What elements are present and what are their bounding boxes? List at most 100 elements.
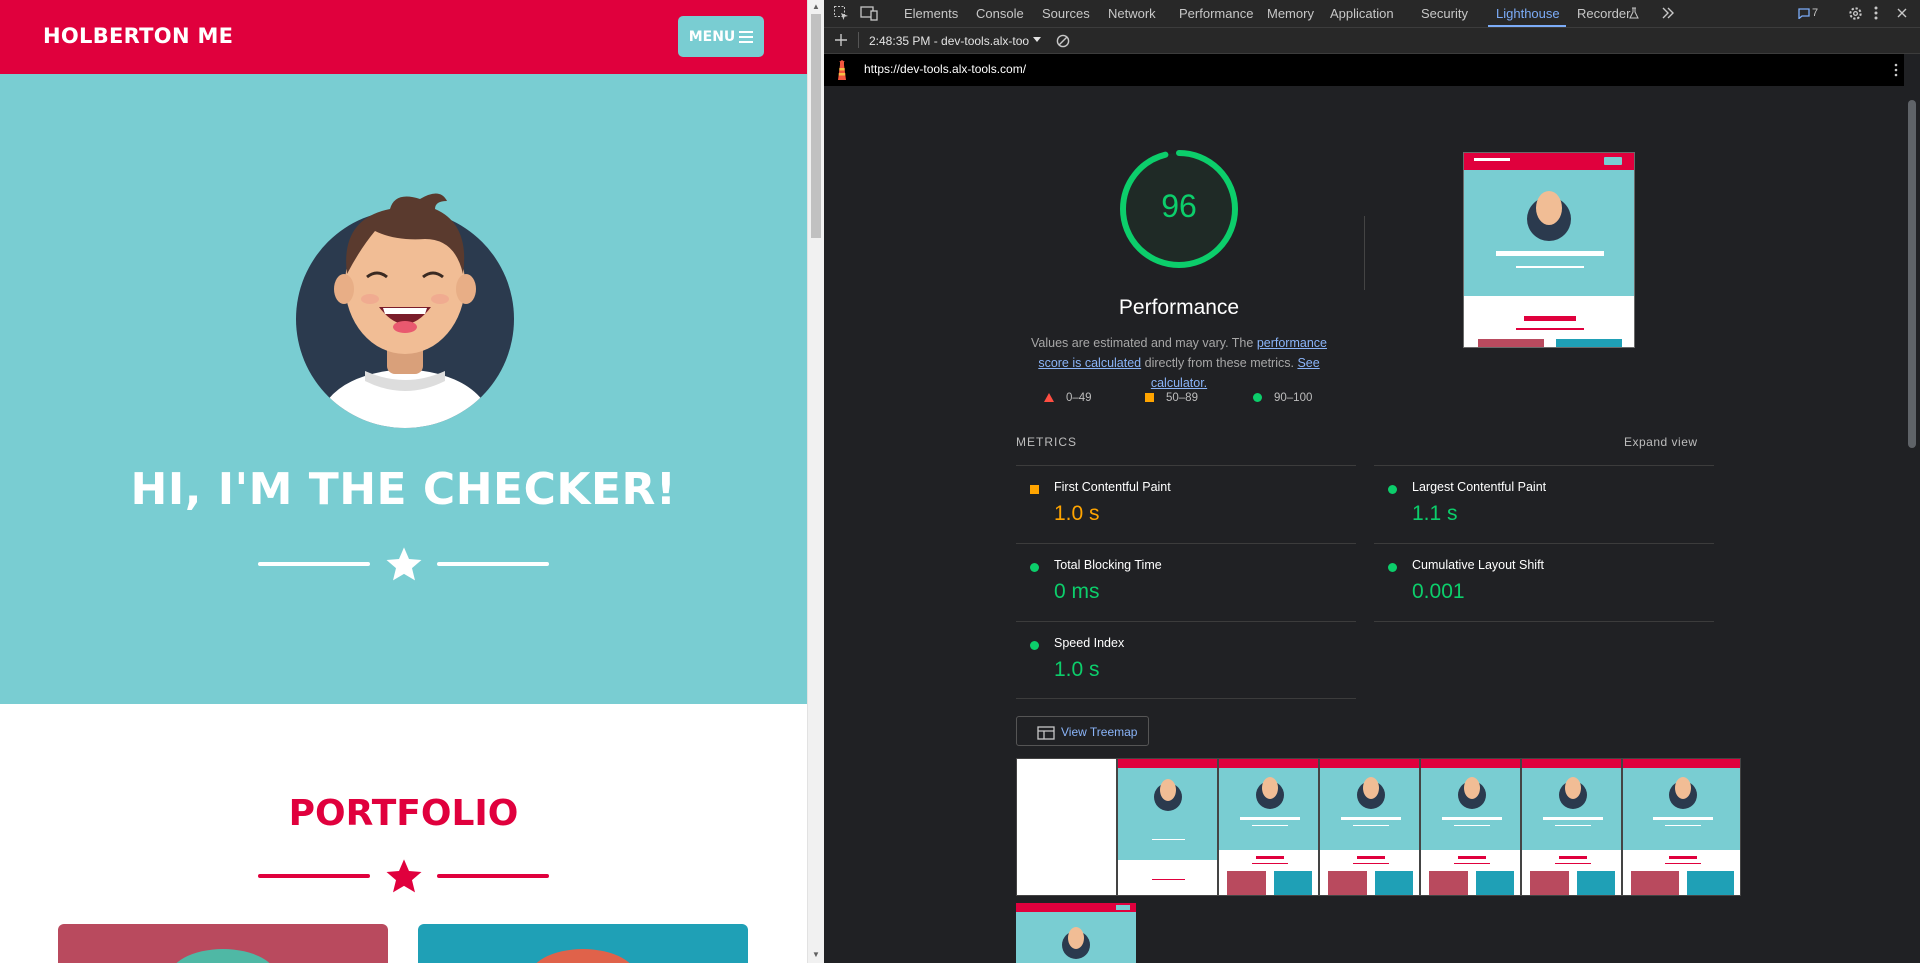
filmstrip-frame[interactable] <box>1117 758 1218 896</box>
metric-value: 1.0 s <box>1054 658 1100 681</box>
flask-icon <box>1628 6 1640 20</box>
view-treemap-button[interactable]: View Treemap <box>1016 716 1149 746</box>
portfolio-title: PORTFOLIO <box>288 793 519 834</box>
portfolio-card[interactable] <box>58 924 388 963</box>
divider-line-right <box>437 562 549 566</box>
hero-section: HI, I'M THE CHECKER! <box>0 74 807 704</box>
scrollbar-thumb[interactable] <box>811 14 821 238</box>
hero-divider <box>0 544 807 584</box>
website-viewport: HOLBERTON ME MENU HI, I'M THE CHECKER! P… <box>0 0 807 963</box>
tab-security[interactable]: Security <box>1421 6 1468 21</box>
report-scrollbar[interactable] <box>1904 86 1920 963</box>
card-illustration <box>528 949 638 963</box>
tab-application[interactable]: Application <box>1330 6 1394 21</box>
legend-average-label: 50–89 <box>1166 392 1198 404</box>
metric-total-blocking-time: Total Blocking Time 0 ms <box>1016 543 1356 621</box>
kebab-menu-icon[interactable] <box>1870 5 1882 21</box>
add-report-plus-icon[interactable] <box>834 33 848 47</box>
metric-value: 1.1 s <box>1412 502 1458 525</box>
circle-pass-icon <box>1030 563 1039 572</box>
filmstrip-frame[interactable] <box>1319 758 1420 896</box>
circle-pass-icon <box>1388 485 1397 494</box>
metric-divider <box>1374 621 1714 622</box>
report-menu-kebab-icon[interactable] <box>1892 62 1900 78</box>
scrollbar-thumb[interactable] <box>1908 100 1916 448</box>
square-average-icon <box>1145 393 1154 402</box>
lighthouse-toolbar: 2:48:35 PM - dev-tools.alx-too <box>824 28 1920 54</box>
divider-line-left <box>258 562 370 566</box>
hero-title: HI, I'M THE CHECKER! <box>130 464 677 515</box>
metric-name: First Contentful Paint <box>1054 480 1171 494</box>
tab-console[interactable]: Console <box>976 6 1024 21</box>
divider-line-right <box>437 874 549 878</box>
scroll-up-arrow-icon[interactable]: ▲ <box>812 2 820 11</box>
metric-largest-contentful-paint: Largest Contentful Paint 1.1 s <box>1374 465 1714 543</box>
inspect-element-icon[interactable] <box>833 5 849 21</box>
tab-elements[interactable]: Elements <box>904 6 958 21</box>
filmstrip-frame[interactable] <box>1622 758 1741 896</box>
devtools-panel: Elements Console Sources Network Perform… <box>824 0 1920 963</box>
note-text: Values are estimated and may vary. The <box>1031 336 1257 350</box>
active-tab-indicator <box>1488 25 1566 27</box>
metrics-header: METRICS <box>1016 435 1077 449</box>
tab-lighthouse[interactable]: Lighthouse <box>1496 6 1560 21</box>
device-toolbar-icon[interactable] <box>860 5 878 21</box>
star-icon <box>386 547 422 581</box>
card-illustration <box>168 949 278 963</box>
tab-recorder[interactable]: Recorder <box>1577 6 1630 21</box>
legend-fail-label: 0–49 <box>1066 392 1092 404</box>
metric-value: 1.0 s <box>1054 502 1100 525</box>
dropdown-caret-icon[interactable] <box>1032 35 1042 45</box>
expand-view-toggle[interactable]: Expand view <box>1624 435 1698 449</box>
site-navbar: HOLBERTON ME MENU <box>0 0 807 74</box>
final-screenshot[interactable] <box>1463 152 1635 348</box>
issues-count[interactable]: 7 <box>1812 7 1818 19</box>
legend-pass-label: 90–100 <box>1274 392 1313 404</box>
report-url[interactable]: https://dev-tools.alx-tools.com/ <box>864 62 1026 76</box>
devtools-tabbar: Elements Console Sources Network Perform… <box>824 0 1920 28</box>
issues-message-icon[interactable] <box>1797 6 1811 20</box>
metric-name: Total Blocking Time <box>1054 558 1162 572</box>
metric-first-contentful-paint: First Contentful Paint 1.0 s <box>1016 465 1356 543</box>
toolbar-separator <box>858 32 859 48</box>
portfolio-card[interactable] <box>418 924 748 963</box>
tab-sources[interactable]: Sources <box>1042 6 1090 21</box>
report-url-bar: https://dev-tools.alx-tools.com/ <box>824 54 1904 86</box>
tab-performance[interactable]: Performance <box>1179 6 1253 21</box>
legend-pass: 90–100 <box>1253 392 1312 404</box>
filmstrip-frame[interactable] <box>1218 758 1319 896</box>
menu-button[interactable]: MENU <box>678 16 764 57</box>
lighthouse-logo-icon <box>834 60 850 80</box>
portfolio-divider <box>0 856 807 896</box>
site-brand[interactable]: HOLBERTON ME <box>43 24 233 48</box>
category-title: Performance <box>1118 296 1240 319</box>
website-scrollbar[interactable]: ▲ ▼ <box>807 0 824 963</box>
triangle-fail-icon <box>1044 393 1054 402</box>
circle-pass-icon <box>1030 641 1039 650</box>
metric-value: 0 ms <box>1054 580 1100 603</box>
more-tabs-chevron-icon[interactable] <box>1660 5 1676 21</box>
tab-memory[interactable]: Memory <box>1267 6 1314 21</box>
report-selector[interactable]: 2:48:35 PM - dev-tools.alx-too <box>869 34 1029 48</box>
score-note: Values are estimated and may vary. The p… <box>1014 333 1344 393</box>
star-icon <box>386 859 422 893</box>
square-average-icon <box>1030 485 1039 494</box>
legend-fail: 0–49 <box>1044 392 1092 404</box>
filmstrip-frame[interactable] <box>1521 758 1622 896</box>
view-treemap-label: View Treemap <box>1061 725 1138 739</box>
tab-network[interactable]: Network <box>1108 6 1156 21</box>
filmstrip-frame[interactable] <box>1420 758 1521 896</box>
menu-label: MENU <box>688 28 736 45</box>
filmstrip-frame[interactable] <box>1016 903 1136 963</box>
hamburger-icon <box>739 30 754 43</box>
metric-cumulative-layout-shift: Cumulative Layout Shift 0.001 <box>1374 543 1714 621</box>
filmstrip-frame[interactable] <box>1016 758 1117 896</box>
treemap-icon <box>1037 726 1055 740</box>
close-devtools-icon[interactable] <box>1895 5 1909 21</box>
clear-reports-icon[interactable] <box>1055 33 1070 48</box>
circle-pass-icon <box>1388 563 1397 572</box>
settings-gear-icon[interactable] <box>1847 5 1863 21</box>
filmstrip <box>1016 758 1741 896</box>
scroll-down-arrow-icon[interactable]: ▼ <box>812 950 820 959</box>
metric-value: 0.001 <box>1412 580 1465 603</box>
